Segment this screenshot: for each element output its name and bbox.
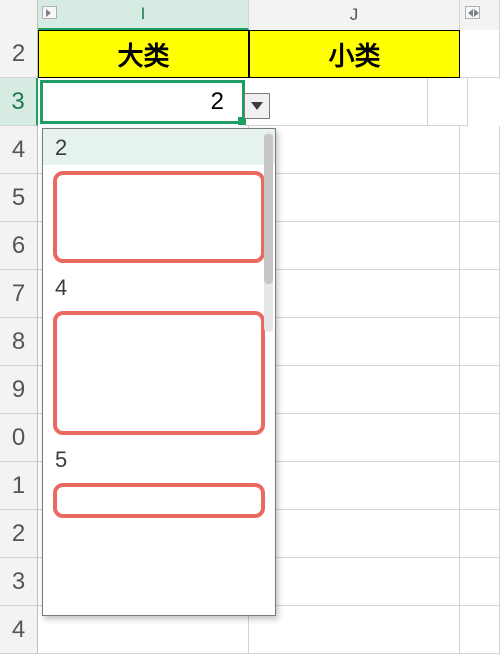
active-cell-value: 2 bbox=[211, 88, 224, 116]
cell-K2[interactable] bbox=[460, 30, 500, 78]
cell-K11[interactable] bbox=[460, 462, 500, 510]
outline-expand-left-icon[interactable] bbox=[42, 6, 57, 19]
column-header-row: I J bbox=[0, 0, 500, 30]
cell-J6[interactable] bbox=[249, 222, 460, 270]
cell-K12[interactable] bbox=[460, 510, 500, 558]
row-header-5[interactable]: 5 bbox=[0, 174, 38, 222]
cell-K6[interactable] bbox=[460, 222, 500, 270]
cell-K5[interactable] bbox=[460, 174, 500, 222]
row-header-6[interactable]: 6 bbox=[0, 222, 38, 270]
dropdown-item-2[interactable]: 5 bbox=[43, 441, 275, 477]
cell-J2[interactable]: 小类 bbox=[249, 30, 460, 78]
cell-K4[interactable] bbox=[460, 126, 500, 174]
column-header-J[interactable]: J bbox=[249, 0, 460, 30]
dropdown-scrollbar-thumb[interactable] bbox=[264, 134, 273, 284]
annotation-box-1 bbox=[53, 171, 265, 263]
row-header-14[interactable]: 4 bbox=[0, 606, 38, 654]
cell-I2[interactable]: 大类 bbox=[38, 30, 249, 78]
cell-J4[interactable] bbox=[249, 126, 460, 174]
cell-K13[interactable] bbox=[460, 558, 500, 606]
cell-J5[interactable] bbox=[249, 174, 460, 222]
annotation-box-2 bbox=[53, 311, 265, 435]
cell-J9[interactable] bbox=[249, 366, 460, 414]
cell-J10[interactable] bbox=[249, 414, 460, 462]
annotation-box-3 bbox=[53, 483, 265, 518]
cell-I3-active[interactable]: 2 bbox=[40, 80, 245, 124]
cell-J3[interactable] bbox=[245, 78, 428, 126]
cell-K7[interactable] bbox=[460, 270, 500, 318]
cell-J12[interactable] bbox=[249, 510, 460, 558]
outline-collapse-right-icon[interactable] bbox=[465, 6, 480, 19]
cell-K3[interactable] bbox=[428, 78, 468, 126]
cell-K9[interactable] bbox=[460, 366, 500, 414]
row-header-13[interactable]: 3 bbox=[0, 558, 38, 606]
cell-J13[interactable] bbox=[249, 558, 460, 606]
cell-J11[interactable] bbox=[249, 462, 460, 510]
dropdown-item-0[interactable]: 2 bbox=[43, 129, 275, 165]
select-all-corner[interactable] bbox=[0, 0, 38, 30]
validation-dropdown-list[interactable]: 2 4 5 bbox=[42, 128, 276, 616]
row-header-9[interactable]: 9 bbox=[0, 366, 38, 414]
row-header-10[interactable]: 0 bbox=[0, 414, 38, 462]
cell-K14[interactable] bbox=[460, 606, 500, 654]
cell-J7[interactable] bbox=[249, 270, 460, 318]
cell-K8[interactable] bbox=[460, 318, 500, 366]
row-header-11[interactable]: 1 bbox=[0, 462, 38, 510]
cell-K10[interactable] bbox=[460, 414, 500, 462]
row-header-7[interactable]: 7 bbox=[0, 270, 38, 318]
cell-J14[interactable] bbox=[249, 606, 460, 654]
row-header-12[interactable]: 2 bbox=[0, 510, 38, 558]
column-header-I[interactable]: I bbox=[38, 0, 249, 30]
row-headers: 2 3 4 5 6 7 8 9 0 1 2 3 4 bbox=[0, 30, 38, 654]
row-header-8[interactable]: 8 bbox=[0, 318, 38, 366]
row-header-3[interactable]: 3 bbox=[0, 78, 38, 126]
cell-J8[interactable] bbox=[249, 318, 460, 366]
row-header-4[interactable]: 4 bbox=[0, 126, 38, 174]
row-header-2[interactable]: 2 bbox=[0, 30, 38, 78]
dropdown-scrollbar[interactable] bbox=[264, 132, 273, 332]
dropdown-item-1[interactable]: 4 bbox=[43, 269, 275, 305]
